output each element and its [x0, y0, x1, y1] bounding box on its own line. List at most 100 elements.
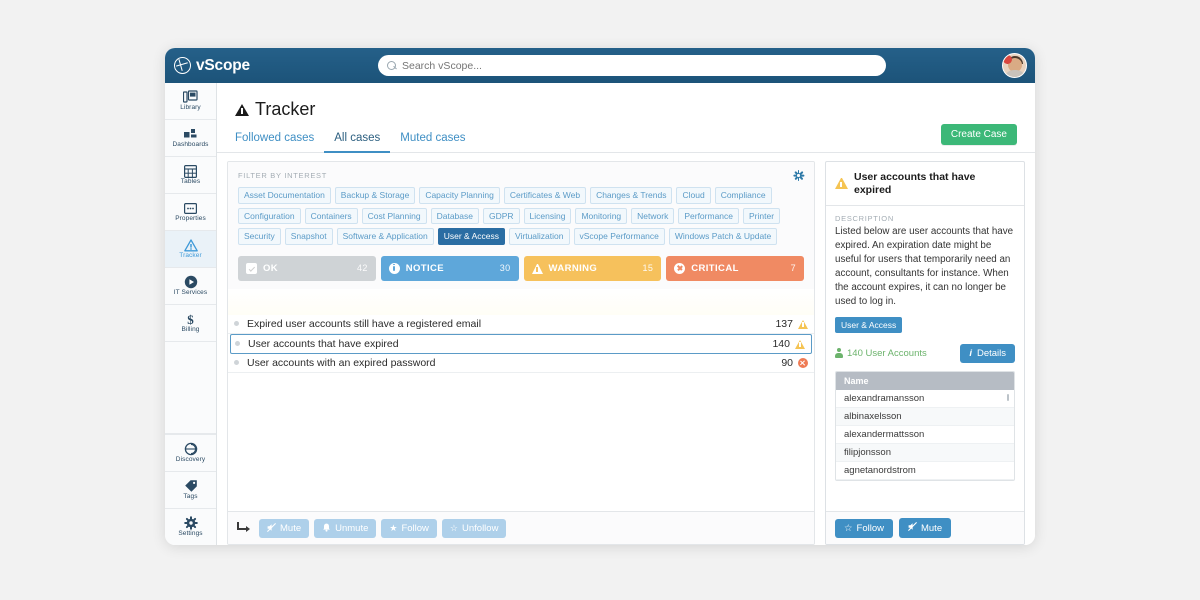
detail-mute-button[interactable]: Mute — [898, 518, 952, 538]
case-toolbar-button-label: Follow — [401, 522, 429, 534]
filter-tag[interactable]: Licensing — [523, 207, 572, 225]
star-filled-icon: ★ — [389, 522, 398, 533]
case-toolbar-unfollow-button[interactable]: ☆ Unfollow — [441, 518, 507, 538]
case-toolbar-unmute-button[interactable]: Unmute — [314, 518, 377, 538]
info-icon — [388, 262, 400, 274]
tab-all-cases[interactable]: All cases — [324, 132, 391, 153]
accounts-table-row[interactable]: alexandermattsson — [836, 425, 1014, 444]
filter-tag[interactable]: Monitoring — [575, 207, 628, 225]
filter-tag[interactable]: Certificates & Web — [503, 187, 587, 204]
avatar[interactable] — [1002, 53, 1027, 78]
bell-icon — [322, 523, 331, 534]
case-toolbar-mute-button[interactable]: Mute — [259, 518, 310, 538]
sidebar-item-label: Tables — [180, 178, 201, 186]
filter-tag[interactable]: Windows Patch & Update — [668, 228, 778, 245]
accounts-table-row[interactable]: albinaxelsson — [836, 407, 1014, 426]
sidebar-item-library[interactable]: Library — [165, 83, 216, 120]
create-case-button[interactable]: Create Case — [940, 124, 1017, 145]
detail-panel-tag[interactable]: User & Access — [835, 316, 903, 333]
filter-tag[interactable]: Cost Planning — [361, 207, 427, 225]
filter-tag[interactable]: vScope Performance — [573, 228, 665, 245]
detail-footer-button-label: Follow — [856, 522, 884, 534]
filter-tag[interactable]: Compliance — [714, 187, 772, 204]
filter-header: FILTER BY INTEREST — [228, 162, 814, 185]
description-text: Listed below are user accounts that have… — [835, 226, 1014, 307]
brand[interactable]: vScope — [165, 57, 310, 75]
case-status-dot-icon — [234, 321, 239, 327]
case-toolbar-follow-button[interactable]: ★ Follow — [381, 518, 437, 538]
status-pill-ok[interactable]: OK 42 — [238, 255, 376, 281]
brand-name: vScope — [196, 56, 250, 74]
status-pill-count: 42 — [356, 263, 368, 274]
tab-followed-cases[interactable]: Followed cases — [235, 132, 324, 153]
tracker-warning-icon — [235, 103, 249, 116]
filter-tag[interactable]: Capacity Planning — [419, 187, 500, 204]
tab-muted-cases[interactable]: Muted cases — [390, 132, 475, 153]
status-pill-count: 15 — [642, 263, 654, 274]
star-outline-icon: ☆ — [844, 522, 853, 534]
case-row[interactable]: User accounts with an expired password 90 — [228, 354, 814, 373]
case-count: 140 — [772, 337, 790, 350]
filter-tag[interactable]: Configuration — [238, 207, 301, 225]
search-bar[interactable] — [378, 55, 886, 76]
case-count: 137 — [775, 317, 793, 330]
case-toolbar-button-label: Unmute — [335, 522, 369, 534]
sidebar-item-properties[interactable]: Properties — [165, 194, 216, 231]
filter-tag[interactable]: Snapshot — [284, 228, 333, 245]
filter-tag[interactable]: Asset Documentation — [238, 187, 331, 204]
accounts-table-row[interactable]: agnetanordstrom — [836, 461, 1014, 480]
sidebar-item-dashboards[interactable]: Dashboards — [165, 120, 216, 157]
detail-footer-button-label: Mute — [920, 522, 943, 534]
search-input[interactable] — [402, 59, 877, 72]
sidebar-item-label: IT Services — [173, 289, 208, 297]
filter-tag[interactable]: Virtualization — [508, 228, 570, 245]
filter-tag[interactable]: Performance — [678, 207, 740, 225]
sidebar: Library Dashboards Tables Properties Tra… — [165, 83, 217, 545]
case-row[interactable]: User accounts that have expired 140 — [230, 333, 812, 354]
filter-tag[interactable]: Security — [238, 228, 281, 245]
tags-icon — [184, 479, 198, 493]
detail-panel: User accounts that have expired DESCRIPT… — [825, 161, 1025, 545]
filter-tag[interactable]: Containers — [304, 207, 358, 225]
sidebar-item-it-services[interactable]: IT Services — [165, 268, 216, 305]
user-accounts-count-label: 140 User Accounts — [847, 347, 927, 359]
filter-tag[interactable]: Backup & Storage — [334, 187, 416, 204]
filter-settings-gear-icon[interactable] — [792, 170, 804, 181]
filter-tag[interactable]: Printer — [743, 207, 781, 225]
status-pill-critical[interactable]: CRITICAL 7 — [666, 255, 804, 281]
status-pill-warning[interactable]: WARNING 15 — [523, 255, 662, 281]
avatar-notification-badge — [1003, 55, 1012, 64]
sidebar-item-tables[interactable]: Tables — [165, 157, 216, 194]
page-title: Tracker — [235, 99, 1035, 120]
status-pill-notice[interactable]: NOTICE 30 — [380, 255, 519, 281]
sidebar-item-label: Library — [180, 104, 201, 112]
case-row[interactable]: Expired user accounts still have a regis… — [228, 315, 814, 334]
sidebar-item-settings[interactable]: Settings — [165, 508, 216, 545]
filter-tag[interactable]: User & Access — [437, 228, 505, 245]
filter-tag[interactable]: Database — [430, 207, 479, 225]
filter-tag[interactable]: Cloud — [676, 187, 711, 204]
detail-follow-button[interactable]: ☆ Follow — [835, 518, 893, 538]
accounts-table-row[interactable]: alexandramansson — [836, 389, 1014, 408]
warning-icon — [835, 178, 848, 190]
search-icon — [387, 61, 396, 70]
sidebar-item-label: Settings — [178, 530, 203, 538]
filter-tag[interactable]: Network — [631, 207, 675, 225]
app-window: vScope Library Das — [165, 48, 1035, 545]
filter-tag[interactable]: Software & Application — [336, 228, 434, 245]
detail-panel-body: DESCRIPTION Listed below are user accoun… — [826, 206, 1024, 511]
cases-list[interactable]: Expired user accounts still have a regis… — [228, 288, 814, 511]
filter-tag[interactable]: GDPR — [482, 207, 520, 225]
sidebar-item-tracker[interactable]: Tracker — [165, 231, 216, 268]
gear-icon — [183, 516, 198, 531]
accounts-table-row[interactable]: filipjonsson — [836, 443, 1014, 462]
accounts-table-body: alexandramansson albinaxelsson alexanderma… — [836, 389, 1014, 480]
case-title: Expired user accounts still have a regis… — [247, 317, 482, 330]
status-pill-label: WARNING — [548, 262, 598, 274]
sidebar-item-discovery[interactable]: Discovery — [165, 434, 216, 471]
details-button[interactable]: i Details — [960, 343, 1015, 363]
sidebar-item-billing[interactable]: $ Billing — [165, 305, 216, 342]
sidebar-item-tags[interactable]: Tags — [165, 471, 216, 508]
filter-tag[interactable]: Changes & Trends — [590, 187, 673, 204]
status-pill-count: 30 — [499, 263, 511, 274]
